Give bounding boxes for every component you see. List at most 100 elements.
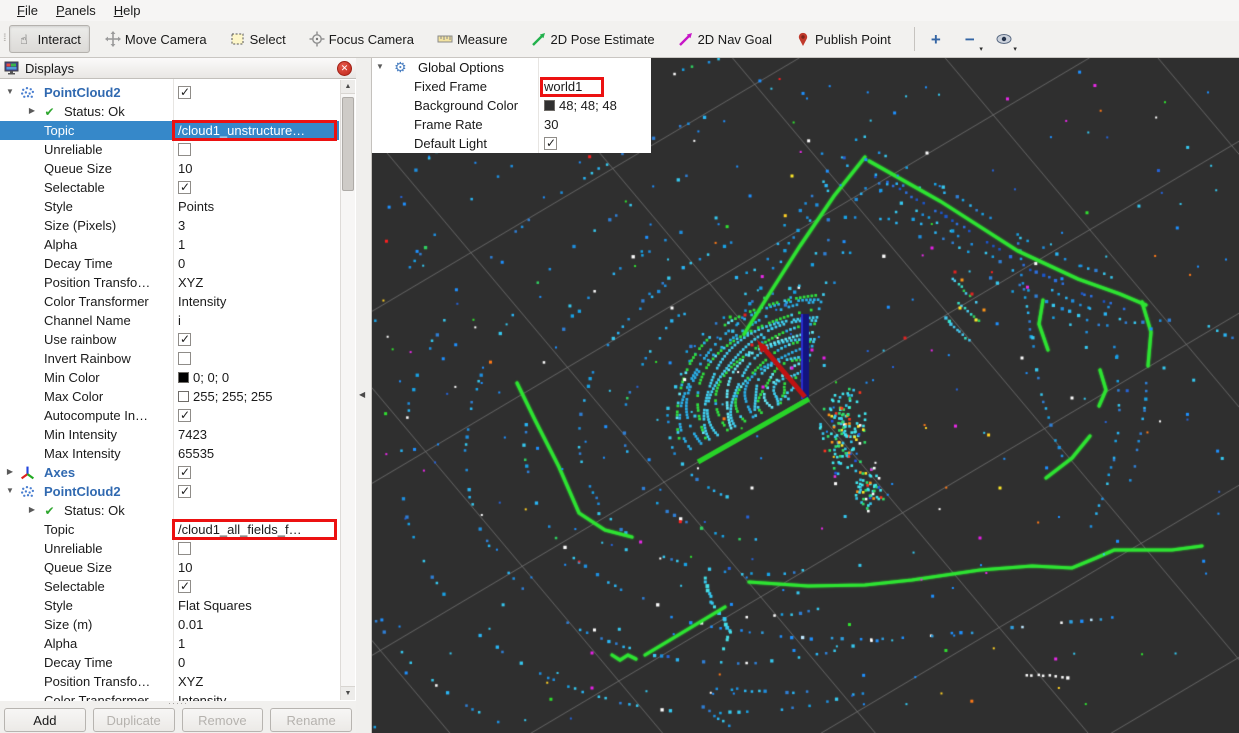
render-canvas[interactable] (372, 58, 1239, 733)
checkbox-checked[interactable] (178, 409, 191, 422)
property-row[interactable]: Min Color0; 0; 0 (0, 368, 339, 387)
collapse-arrow-icon[interactable]: ◀ (359, 390, 365, 399)
property-row[interactable]: Selectable (0, 178, 339, 197)
property-row[interactable]: Position Transfo…XYZ (0, 273, 339, 292)
displays-panel-header[interactable]: Displays ✕ (0, 58, 356, 79)
property-value[interactable]: 1 (178, 237, 185, 252)
property-row[interactable]: Decay Time0 (0, 653, 339, 672)
expander-down-icon[interactable]: ▼ (4, 87, 16, 96)
expander-down-icon[interactable]: ▼ (4, 486, 16, 495)
property-value[interactable]: 3 (178, 218, 185, 233)
property-value[interactable]: 255; 255; 255 (178, 389, 273, 404)
checkbox-unchecked[interactable] (178, 143, 191, 156)
checkbox-unchecked[interactable] (178, 542, 191, 555)
property-row[interactable]: Queue Size10 (0, 558, 339, 577)
property-row[interactable]: Alpha1 (0, 235, 339, 254)
checkbox-checked[interactable] (178, 86, 191, 99)
property-row[interactable]: Channel Namei (0, 311, 339, 330)
property-value[interactable]: 10 (178, 161, 192, 176)
property-row[interactable]: Invert Rainbow (0, 349, 339, 368)
tool-measure[interactable]: Measure (429, 25, 516, 53)
property-row[interactable]: Background Color48; 48; 48 (372, 96, 651, 115)
expander-right-icon[interactable]: ▶ (26, 505, 38, 514)
property-row[interactable]: Size (m)0.01 (0, 615, 339, 634)
property-row[interactable]: Default Light (372, 134, 651, 153)
property-row[interactable]: Position Transfo…XYZ (0, 672, 339, 691)
property-value[interactable]: 0 (178, 256, 185, 271)
property-row[interactable]: Use rainbow (0, 330, 339, 349)
property-row[interactable]: Color TransformerIntensity (0, 292, 339, 311)
property-row[interactable]: Selectable (0, 577, 339, 596)
property-row[interactable]: Min Intensity7423 (0, 425, 339, 444)
checkbox-checked[interactable] (178, 181, 191, 194)
property-value[interactable]: /cloud1_unstructure… (178, 123, 305, 138)
display-group-row[interactable]: ▶Axes (0, 463, 339, 482)
remove-button[interactable]: Remove (182, 708, 264, 732)
property-value[interactable]: 7423 (178, 427, 207, 442)
scrollbar-thumb[interactable] (342, 97, 354, 191)
status-row[interactable]: ▶✔Status: Ok (0, 102, 339, 121)
display-group-row[interactable]: ▼⚙Global Options (372, 58, 651, 77)
property-row[interactable]: Max Color255; 255; 255 (0, 387, 339, 406)
display-group-row[interactable]: ▼PointCloud2 (0, 482, 339, 501)
tool-interact[interactable]: ☝Interact (9, 25, 90, 53)
property-row[interactable]: Frame Rate30 (372, 115, 651, 134)
scroll-down-icon[interactable]: ▼ (341, 686, 355, 700)
tool-move-camera[interactable]: Move Camera (97, 25, 215, 53)
property-row[interactable]: Fixed Frameworld1 (372, 77, 651, 96)
property-value[interactable]: Flat Squares (178, 598, 252, 613)
property-value[interactable]: 0.01 (178, 617, 203, 632)
property-value[interactable]: 65535 (178, 446, 214, 461)
visibility-button[interactable]: ▾ (991, 26, 1017, 52)
menu-panels[interactable]: Panels (47, 1, 105, 20)
property-row[interactable]: Alpha1 (0, 634, 339, 653)
property-row[interactable]: Size (Pixels)3 (0, 216, 339, 235)
tool-2d-pose-estimate[interactable]: 2D Pose Estimate (523, 25, 663, 53)
property-row[interactable]: Topic/cloud1_all_fields_f… (0, 520, 339, 539)
tool-2d-nav-goal[interactable]: 2D Nav Goal (670, 25, 780, 53)
property-row[interactable]: Decay Time0 (0, 254, 339, 273)
property-row[interactable]: Unreliable (0, 140, 339, 159)
duplicate-button[interactable]: Duplicate (93, 708, 175, 732)
rename-button[interactable]: Rename (270, 708, 352, 732)
property-row[interactable]: Max Intensity65535 (0, 444, 339, 463)
tool-focus-camera[interactable]: Focus Camera (301, 25, 422, 53)
expander-right-icon[interactable]: ▶ (26, 106, 38, 115)
checkbox-checked[interactable] (178, 485, 191, 498)
checkbox-unchecked[interactable] (178, 352, 191, 365)
scrollbar[interactable]: ▲ ▼ (340, 80, 355, 700)
property-row[interactable]: Queue Size10 (0, 159, 339, 178)
tool-select[interactable]: Select (222, 25, 294, 53)
property-value[interactable]: i (178, 313, 181, 328)
checkbox-checked[interactable] (544, 137, 557, 150)
checkbox-checked[interactable] (178, 580, 191, 593)
property-value[interactable]: 10 (178, 560, 192, 575)
property-row[interactable]: StyleFlat Squares (0, 596, 339, 615)
property-row[interactable]: Unreliable (0, 539, 339, 558)
remove-tool-button[interactable]: −▾ (957, 26, 983, 52)
property-value[interactable]: 30 (544, 117, 558, 132)
close-icon[interactable]: ✕ (337, 61, 352, 76)
status-row[interactable]: ▶✔Status: Ok (0, 501, 339, 520)
add-tool-button[interactable]: + (923, 26, 949, 52)
scroll-up-icon[interactable]: ▲ (341, 80, 355, 94)
property-value[interactable]: XYZ (178, 275, 203, 290)
property-value[interactable]: Points (178, 199, 214, 214)
property-value[interactable]: XYZ (178, 674, 203, 689)
property-row[interactable]: Autocompute In… (0, 406, 339, 425)
property-value[interactable]: 48; 48; 48 (544, 98, 617, 113)
toolbar-grip[interactable]: ⁞⁞ (3, 35, 5, 43)
property-row[interactable]: Topic/cloud1_unstructure… (0, 121, 339, 140)
checkbox-checked[interactable] (178, 333, 191, 346)
checkbox-checked[interactable] (178, 466, 191, 479)
property-value[interactable]: 0 (178, 655, 185, 670)
menu-help[interactable]: Help (105, 1, 150, 20)
property-value[interactable]: 0; 0; 0 (178, 370, 229, 385)
property-value[interactable]: 1 (178, 636, 185, 651)
property-value[interactable]: /cloud1_all_fields_f… (178, 522, 302, 537)
property-value[interactable]: Intensity (178, 294, 226, 309)
tool-publish-point[interactable]: Publish Point (787, 25, 899, 53)
menu-file[interactable]: File (8, 1, 47, 20)
vertical-splitter[interactable]: ◀ (356, 58, 372, 733)
add-button[interactable]: Add (4, 708, 86, 732)
